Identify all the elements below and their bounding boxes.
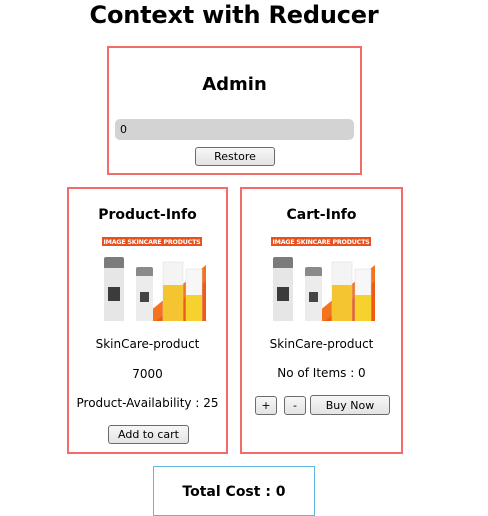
page-title: Context with Reducer: [89, 1, 379, 29]
product-price: 7000: [132, 367, 163, 381]
cart-product-name: SkinCare-product: [269, 337, 374, 351]
decrement-button[interactable]: -: [284, 396, 306, 415]
cart-info-title: Cart-Info: [286, 207, 357, 223]
cart-info-panel: Cart-Info SkinCare-product No of Items :…: [240, 187, 403, 454]
cart-item-count: No of Items : 0: [277, 366, 366, 380]
total-cost-text: Total Cost : 0: [182, 484, 286, 500]
product-info-title: Product-Info: [98, 207, 197, 223]
product-info-panel: Product-Info SkinCare-product 7000 Produ…: [67, 187, 228, 454]
buy-now-button[interactable]: Buy Now: [310, 395, 390, 415]
admin-title: Admin: [202, 74, 267, 95]
cart-product-image: [267, 237, 375, 321]
admin-value-input[interactable]: [115, 119, 354, 140]
add-to-cart-button[interactable]: Add to cart: [108, 425, 189, 444]
restore-button[interactable]: Restore: [195, 147, 275, 166]
product-image: [98, 237, 206, 321]
product-name: SkinCare-product: [95, 337, 200, 351]
admin-panel: Admin Restore: [107, 46, 362, 175]
increment-button[interactable]: +: [255, 396, 277, 415]
product-availability: Product-Availability : 25: [76, 396, 219, 410]
